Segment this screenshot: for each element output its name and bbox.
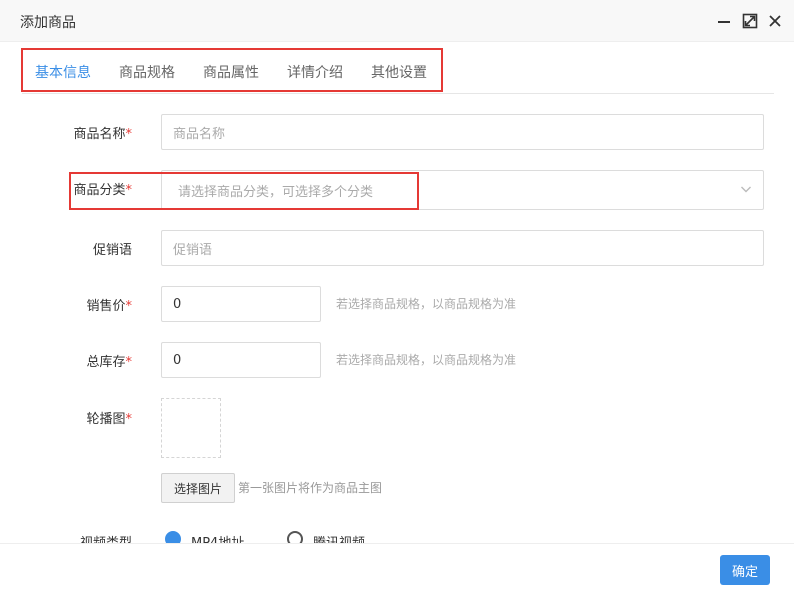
confirm-button[interactable]: 确定 [720,555,770,585]
carousel-hint: 第一张图片将作为商品主图 [238,481,383,495]
stock-hint: 若选择商品规格，以商品规格为准 [336,353,517,367]
tab-specs[interactable]: 商品规格 [119,62,175,82]
price-input[interactable]: 0 [161,286,321,322]
minimize-icon[interactable] [715,12,733,30]
promo-placeholder: 促销语 [173,242,213,258]
price-hint: 若选择商品规格，以商品规格为准 [336,297,517,311]
maximize-icon[interactable] [741,12,759,30]
category-select[interactable]: 请选择商品分类，可选择多个分类 [161,170,764,210]
name-label-text: 商品名称 [73,127,126,142]
dialog-footer: 确定 [0,543,794,597]
tab-basic-info[interactable]: 基本信息 [35,62,91,82]
required-mark: * [125,299,133,314]
image-upload-placeholder[interactable] [161,398,221,458]
tab-other-settings[interactable]: 其他设置 [371,62,427,82]
required-mark: * [125,127,133,142]
dialog-title: 添加商品 [20,15,76,31]
tab-bar: 基本信息 商品规格 商品属性 详情介绍 其他设置 [22,50,774,94]
select-image-button[interactable]: 选择图片 [161,473,236,503]
stock-label-text: 总库存 [86,355,126,370]
price-label: 销售价* [12,295,132,314]
category-label-text: 商品分类 [73,183,126,198]
category-label: 商品分类* [12,179,132,198]
tab-details[interactable]: 详情介绍 [287,62,343,82]
dialog-titlebar: 添加商品 [0,0,794,42]
close-icon[interactable] [766,12,784,30]
category-placeholder: 请选择商品分类，可选择多个分类 [178,184,374,200]
required-mark: * [125,355,133,370]
stock-input[interactable]: 0 [161,342,321,378]
carousel-label-text: 轮播图 [86,412,126,427]
promo-label: 促销语 [12,239,132,258]
tab-attributes[interactable]: 商品属性 [203,62,259,82]
price-value: 0 [173,296,182,312]
required-mark: * [125,412,133,427]
name-label: 商品名称* [12,123,132,142]
stock-value: 0 [173,352,182,368]
product-name-input[interactable]: 商品名称 [161,114,764,150]
product-name-placeholder: 商品名称 [173,126,226,142]
chevron-down-icon[interactable] [740,183,752,195]
promo-label-text: 促销语 [92,243,132,258]
price-label-text: 销售价 [86,299,126,314]
carousel-label: 轮播图* [12,408,132,427]
promo-input[interactable]: 促销语 [161,230,764,266]
stock-label: 总库存* [12,351,132,370]
required-mark: * [125,183,133,198]
